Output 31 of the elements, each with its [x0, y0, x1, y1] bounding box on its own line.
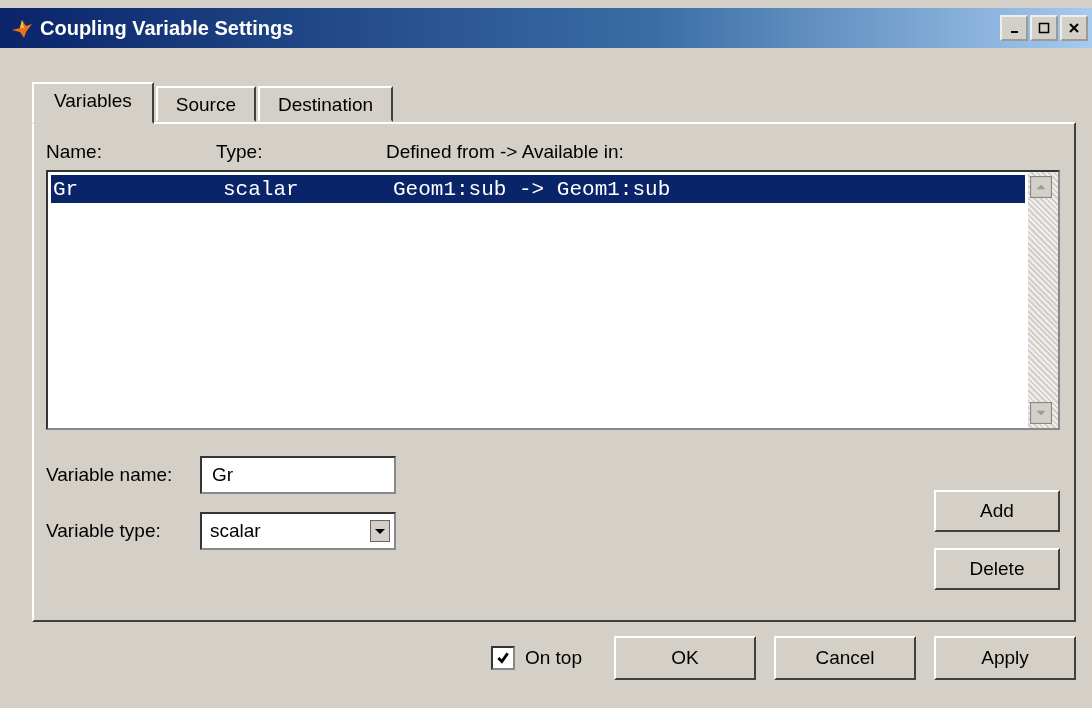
scrollbar[interactable]	[1028, 172, 1058, 428]
tab[interactable]: Source	[155, 86, 256, 122]
column-header: Type:	[216, 141, 264, 163]
dialog-button[interactable]: Add	[934, 490, 1060, 532]
list-row[interactable]: Gr scalar Geom1:sub -> Geom1:sub	[51, 175, 1025, 203]
close-button[interactable]	[1060, 15, 1088, 41]
field-label: Variable name:	[46, 464, 174, 486]
input-field[interactable]: Gr	[200, 456, 396, 494]
column-header: Name:	[46, 141, 103, 163]
dialog-button[interactable]: Apply	[934, 636, 1076, 680]
dropdown[interactable]: scalar	[200, 512, 396, 550]
column-header: Defined from -> Available in:	[386, 141, 624, 163]
scroll-up-icon[interactable]	[1030, 176, 1052, 198]
variable-scope: Geom1:sub -> Geom1:sub	[393, 177, 671, 201]
close-icon	[1068, 22, 1080, 34]
maximize-icon	[1038, 22, 1050, 34]
check-icon	[495, 651, 510, 665]
window-title: Coupling Variable Settings	[40, 16, 295, 40]
dialog-button[interactable]: Delete	[934, 548, 1060, 590]
variable-type: scalar	[223, 177, 300, 201]
dialog-button[interactable]: Cancel	[774, 636, 916, 680]
checkbox-label: On top	[524, 647, 582, 669]
minimize-icon	[1010, 31, 1018, 33]
scroll-down-icon[interactable]	[1030, 402, 1052, 424]
tab[interactable]: Destination	[258, 86, 394, 122]
checkbox[interactable]	[490, 646, 515, 670]
field-label: Variable type:	[46, 520, 162, 542]
variable-name: Gr	[53, 177, 80, 201]
tab[interactable]: Variables	[32, 82, 154, 124]
maximize-button[interactable]	[1030, 15, 1058, 41]
dialog-button[interactable]: OK	[614, 636, 756, 680]
